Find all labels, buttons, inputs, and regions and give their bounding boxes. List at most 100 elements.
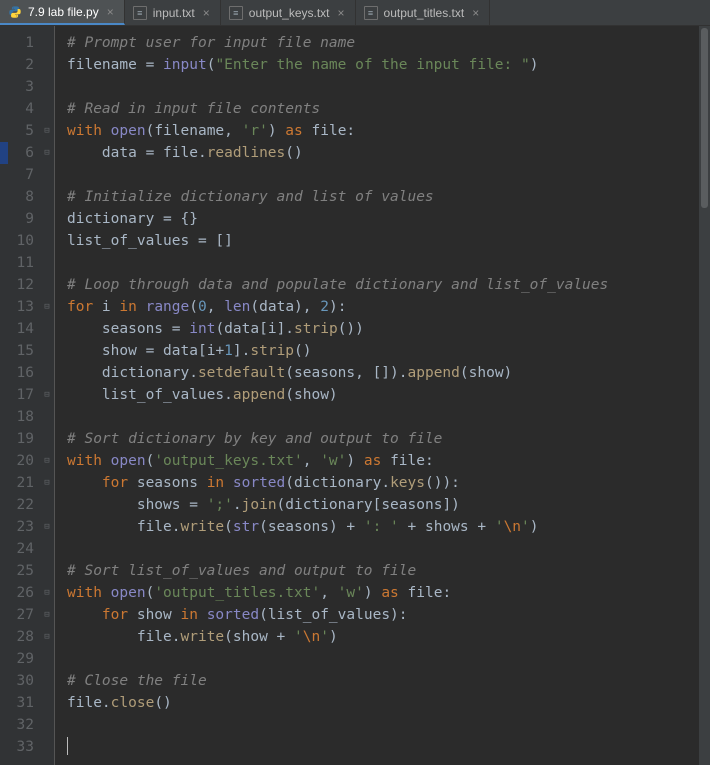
code-line[interactable] <box>67 736 699 758</box>
fold-close-icon[interactable]: ⊟ <box>44 391 49 400</box>
tab-active-file[interactable]: 7.9 lab file.py × <box>0 0 125 25</box>
code-area[interactable]: # Prompt user for input file namefilenam… <box>54 26 699 765</box>
code-line[interactable]: # Sort list_of_values and output to file <box>67 560 699 582</box>
python-file-icon <box>8 5 22 19</box>
fold-close-icon[interactable]: ⊟ <box>44 633 49 642</box>
code-line[interactable]: for i in range(0, len(data), 2): <box>67 296 699 318</box>
code-line[interactable]: file.write(show + '\n') <box>67 626 699 648</box>
vertical-scrollbar[interactable] <box>699 26 710 765</box>
fold-open-icon[interactable]: ⊟ <box>44 303 49 312</box>
line-number[interactable]: 15 <box>8 340 34 362</box>
line-number[interactable]: 23 <box>8 516 34 538</box>
line-number[interactable]: 24 <box>8 538 34 560</box>
code-line[interactable]: file.close() <box>67 692 699 714</box>
line-number[interactable]: 6 <box>8 142 34 164</box>
line-number[interactable]: 26 <box>8 582 34 604</box>
tab-file-2[interactable]: ≡ output_keys.txt × <box>221 0 356 25</box>
fold-open-icon[interactable]: ⊟ <box>44 479 49 488</box>
close-icon[interactable]: × <box>105 5 116 19</box>
line-number[interactable]: 3 <box>8 76 34 98</box>
code-line[interactable]: for show in sorted(list_of_values): <box>67 604 699 626</box>
text-file-icon: ≡ <box>229 6 243 20</box>
tab-file-1[interactable]: ≡ input.txt × <box>125 0 221 25</box>
line-number[interactable]: 30 <box>8 670 34 692</box>
editor-tabbar: 7.9 lab file.py × ≡ input.txt × ≡ output… <box>0 0 710 26</box>
code-line[interactable]: filename = input("Enter the name of the … <box>67 54 699 76</box>
line-number[interactable]: 33 <box>8 736 34 758</box>
code-line[interactable] <box>67 406 699 428</box>
code-line[interactable] <box>67 252 699 274</box>
line-number[interactable]: 9 <box>8 208 34 230</box>
code-line[interactable]: list_of_values = [] <box>67 230 699 252</box>
code-line[interactable]: show = data[i+1].strip() <box>67 340 699 362</box>
line-number[interactable]: 2 <box>8 54 34 76</box>
line-number[interactable]: 14 <box>8 318 34 340</box>
line-number[interactable]: 10 <box>8 230 34 252</box>
line-highlight <box>0 142 8 164</box>
code-line[interactable] <box>67 164 699 186</box>
line-number[interactable]: 11 <box>8 252 34 274</box>
line-number[interactable]: 19 <box>8 428 34 450</box>
line-number[interactable]: 21 <box>8 472 34 494</box>
fold-open-icon[interactable]: ⊟ <box>44 589 49 598</box>
line-number-gutter[interactable]: 1234567891011121314151617181920212223242… <box>8 26 40 765</box>
code-line[interactable]: shows = ';'.join(dictionary[seasons]) <box>67 494 699 516</box>
text-file-icon: ≡ <box>133 6 147 20</box>
line-number[interactable]: 20 <box>8 450 34 472</box>
tab-file-3[interactable]: ≡ output_titles.txt × <box>356 0 491 25</box>
line-number[interactable]: 31 <box>8 692 34 714</box>
line-number[interactable]: 29 <box>8 648 34 670</box>
line-number[interactable]: 16 <box>8 362 34 384</box>
line-number[interactable]: 28 <box>8 626 34 648</box>
line-number[interactable]: 8 <box>8 186 34 208</box>
line-number[interactable]: 13 <box>8 296 34 318</box>
line-number[interactable]: 12 <box>8 274 34 296</box>
line-number[interactable]: 32 <box>8 714 34 736</box>
code-line[interactable]: with open('output_titles.txt', 'w') as f… <box>67 582 699 604</box>
code-line[interactable]: list_of_values.append(show) <box>67 384 699 406</box>
fold-close-icon[interactable]: ⊟ <box>44 149 49 158</box>
line-number[interactable]: 1 <box>8 32 34 54</box>
code-line[interactable]: # Close the file <box>67 670 699 692</box>
text-caret <box>67 737 68 755</box>
code-line[interactable] <box>67 714 699 736</box>
close-icon[interactable]: × <box>201 6 212 20</box>
tab-label: input.txt <box>153 6 195 20</box>
code-line[interactable]: with open('output_keys.txt', 'w') as fil… <box>67 450 699 472</box>
code-line[interactable]: # Loop through data and populate diction… <box>67 274 699 296</box>
code-line[interactable]: # Initialize dictionary and list of valu… <box>67 186 699 208</box>
code-line[interactable]: file.write(str(seasons) + ': ' + shows +… <box>67 516 699 538</box>
gutter-stripe <box>0 26 8 765</box>
close-icon[interactable]: × <box>336 6 347 20</box>
code-line[interactable]: data = file.readlines() <box>67 142 699 164</box>
line-number[interactable]: 4 <box>8 98 34 120</box>
line-number[interactable]: 7 <box>8 164 34 186</box>
code-line[interactable]: with open(filename, 'r') as file: <box>67 120 699 142</box>
fold-open-icon[interactable]: ⊟ <box>44 457 49 466</box>
code-line[interactable]: # Prompt user for input file name <box>67 32 699 54</box>
close-icon[interactable]: × <box>470 6 481 20</box>
line-number[interactable]: 17 <box>8 384 34 406</box>
code-line[interactable] <box>67 538 699 560</box>
code-line[interactable] <box>67 648 699 670</box>
fold-open-icon[interactable]: ⊟ <box>44 611 49 620</box>
fold-gutter[interactable]: ⊟ ⊟ ⊟ ⊟ ⊟ ⊟ ⊟ ⊟ ⊟ ⊟ <box>40 26 54 765</box>
code-line[interactable]: for seasons in sorted(dictionary.keys())… <box>67 472 699 494</box>
text-file-icon: ≡ <box>364 6 378 20</box>
code-line[interactable]: # Read in input file contents <box>67 98 699 120</box>
code-line[interactable] <box>67 76 699 98</box>
code-line[interactable]: dictionary = {} <box>67 208 699 230</box>
code-line[interactable]: dictionary.setdefault(seasons, []).appen… <box>67 362 699 384</box>
code-line[interactable]: # Sort dictionary by key and output to f… <box>67 428 699 450</box>
fold-open-icon[interactable]: ⊟ <box>44 127 49 136</box>
fold-close-icon[interactable]: ⊟ <box>44 523 49 532</box>
tab-label: output_keys.txt <box>249 6 330 20</box>
line-number[interactable]: 18 <box>8 406 34 428</box>
code-line[interactable]: seasons = int(data[i].strip()) <box>67 318 699 340</box>
code-editor: 1234567891011121314151617181920212223242… <box>0 26 710 765</box>
line-number[interactable]: 25 <box>8 560 34 582</box>
scrollbar-thumb[interactable] <box>701 28 708 208</box>
line-number[interactable]: 5 <box>8 120 34 142</box>
line-number[interactable]: 22 <box>8 494 34 516</box>
line-number[interactable]: 27 <box>8 604 34 626</box>
